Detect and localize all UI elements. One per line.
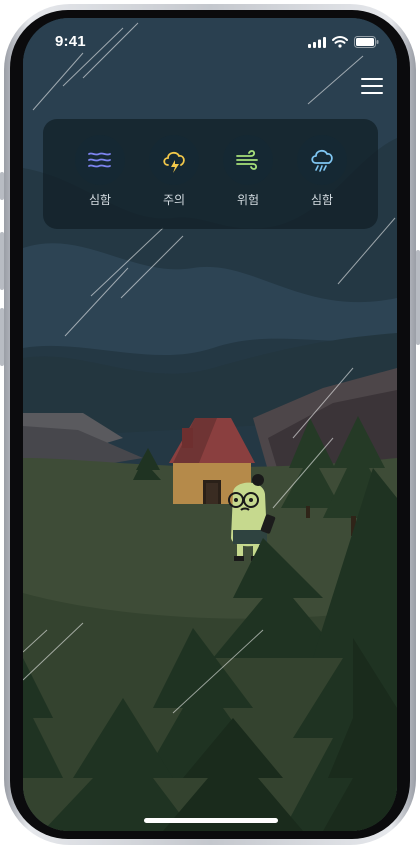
battery-icon: [354, 36, 379, 48]
alert-thunderstorm[interactable]: 주의: [147, 135, 201, 207]
alert-fog[interactable]: 심함: [73, 135, 127, 207]
alert-label: 위험: [236, 193, 260, 207]
alert-wind[interactable]: 위험: [221, 135, 275, 207]
power-button: [416, 250, 420, 345]
volume-down-button: [0, 308, 4, 366]
fog-icon: [88, 152, 111, 168]
alert-label: 심함: [88, 193, 112, 207]
alert-rain[interactable]: 심함: [295, 135, 349, 207]
rain-cloud-icon: [311, 149, 333, 172]
status-bar: 9:41: [23, 18, 397, 64]
menu-button[interactable]: [359, 76, 385, 96]
signal-icon: [308, 36, 326, 48]
hamburger-icon: [361, 78, 383, 80]
thunder-cloud-icon: [163, 151, 185, 173]
home-indicator[interactable]: [144, 818, 278, 823]
status-time: 9:41: [55, 33, 86, 50]
wifi-icon: [332, 36, 348, 48]
alert-label: 주의: [162, 193, 186, 207]
wind-icon: [236, 150, 258, 170]
weather-alert-panel: 심함 주의 위험 심함: [43, 119, 378, 229]
volume-up-button: [0, 232, 4, 290]
status-icons: [308, 36, 379, 48]
mute-switch: [0, 172, 4, 200]
app-screen: 9:41 심함 주의 위험 심함: [23, 18, 397, 831]
alert-label: 심함: [310, 193, 334, 207]
